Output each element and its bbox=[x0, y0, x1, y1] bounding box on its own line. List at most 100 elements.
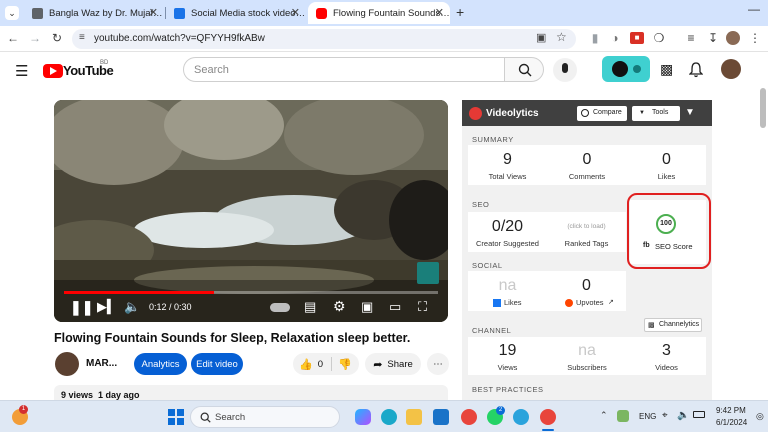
tools-button[interactable]: ▼ Tools bbox=[632, 106, 680, 121]
browser-tab-3[interactable]: Flowing Fountain Sounds for Sl… ✕ bbox=[308, 2, 450, 24]
reload-icon[interactable]: ↻ bbox=[50, 31, 64, 45]
summary-section-label: SUMMARY bbox=[472, 135, 514, 144]
browser-tab-1[interactable]: Bangla Waz by Dr. Mujaffar ✕ bbox=[24, 2, 164, 24]
edit-video-button[interactable]: Edit video bbox=[191, 353, 243, 375]
upvotes-value: 0 bbox=[582, 277, 591, 294]
notifications-bell-icon[interactable] bbox=[689, 62, 703, 78]
click-to-load-hint[interactable]: (click to load) bbox=[547, 223, 626, 230]
bookmark-star-icon[interactable]: ☆ bbox=[556, 30, 567, 44]
extensions-puzzle-icon[interactable]: ❍ bbox=[652, 31, 666, 45]
channel-name[interactable]: MAR... bbox=[86, 358, 117, 369]
channel-section-label: CHANNEL bbox=[472, 326, 512, 335]
back-icon[interactable]: ← bbox=[6, 31, 20, 45]
social-card: na Likes 0 Upvotes ↗ bbox=[468, 271, 626, 311]
address-bar[interactable]: ≡ youtube.com/watch?v=QFYYH9fkABw ▣ ☆ bbox=[72, 29, 576, 49]
browser-tab-2[interactable]: Social Media stock videos for f… ✕ bbox=[166, 2, 306, 24]
edge-browser-icon[interactable] bbox=[381, 409, 397, 425]
channelytics-button[interactable]: ▩ Channelytics bbox=[644, 318, 702, 332]
forward-icon[interactable]: → bbox=[28, 31, 42, 45]
microphone-icon bbox=[562, 63, 568, 73]
progress-track[interactable] bbox=[64, 291, 438, 294]
copilot-icon[interactable] bbox=[355, 409, 371, 425]
pause-icon[interactable]: ❚❚ bbox=[70, 300, 93, 314]
wifi-icon[interactable]: ⌖ bbox=[662, 410, 668, 421]
channel-card: 19 Views na Subscribers 3 Videos bbox=[468, 337, 706, 375]
profile-avatar[interactable] bbox=[726, 31, 740, 45]
chrome-app-icon[interactable] bbox=[461, 409, 477, 425]
file-explorer-icon[interactable] bbox=[406, 409, 422, 425]
volume-icon[interactable]: 🔈 bbox=[124, 300, 140, 314]
battery-icon[interactable] bbox=[693, 411, 705, 418]
total-views-label: Total Views bbox=[488, 172, 527, 181]
taskbar-search-input[interactable]: Search bbox=[190, 406, 340, 428]
summary-card: 9 Total Views 0 Comments 0 Likes bbox=[468, 145, 706, 185]
page-scrollbar[interactable] bbox=[760, 88, 766, 128]
tray-app-icon[interactable] bbox=[617, 410, 629, 422]
search-button[interactable] bbox=[504, 57, 544, 82]
settings-gear-icon[interactable]: ⚙ bbox=[333, 299, 346, 313]
extension-mic-icon[interactable]: ▮ bbox=[588, 31, 602, 45]
chrome-menu-icon[interactable]: ⋮ bbox=[748, 31, 762, 45]
speaker-icon[interactable]: 🔈 bbox=[677, 410, 689, 421]
vidiq-toggle-button[interactable] bbox=[602, 56, 650, 82]
show-hidden-icons-icon[interactable]: ⌃ bbox=[600, 410, 608, 421]
voice-search-button[interactable] bbox=[553, 58, 577, 82]
vidiq-logo-icon bbox=[612, 61, 628, 77]
taskbar-search-placeholder: Search bbox=[215, 412, 246, 423]
tab-favicon-icon bbox=[174, 7, 185, 19]
close-tab-icon[interactable]: ✕ bbox=[435, 6, 444, 19]
close-tab-icon[interactable]: ✕ bbox=[149, 6, 158, 19]
videolytics-header: Videolytics Compare ▼ Tools ▼ bbox=[462, 100, 712, 126]
install-app-icon[interactable]: ▣ bbox=[536, 31, 546, 44]
seo-section-label: SEO bbox=[472, 200, 490, 209]
downloads-icon[interactable]: ↧ bbox=[706, 31, 720, 45]
autoplay-toggle[interactable] bbox=[270, 303, 290, 312]
mail-icon[interactable] bbox=[433, 409, 449, 425]
analytics-button[interactable]: Analytics bbox=[134, 353, 187, 375]
upvotes-label: Upvotes bbox=[576, 298, 604, 307]
minimize-window-icon[interactable]: — bbox=[748, 2, 760, 16]
notifications-icon[interactable]: ◎ bbox=[756, 411, 764, 422]
language-indicator[interactable]: ENG bbox=[639, 412, 656, 421]
channelytics-label: Channelytics bbox=[659, 321, 700, 328]
clock-time[interactable]: 9:42 PM bbox=[716, 406, 746, 415]
search-input[interactable]: Search bbox=[183, 57, 505, 82]
external-link-icon[interactable]: ↗ bbox=[608, 298, 614, 306]
chrome-active-icon[interactable] bbox=[540, 409, 556, 425]
windows-start-icon[interactable] bbox=[168, 409, 184, 425]
next-video-icon[interactable]: ▶▍ bbox=[97, 300, 117, 314]
reading-list-icon[interactable]: ≡ bbox=[684, 31, 698, 45]
channel-avatar[interactable] bbox=[55, 352, 79, 376]
reddit-icon bbox=[565, 299, 573, 307]
create-video-icon[interactable]: ▩ bbox=[660, 61, 673, 78]
collapse-panel-icon[interactable]: ▼ bbox=[685, 107, 695, 118]
more-actions-button[interactable]: ⋯ bbox=[427, 353, 449, 375]
subtitles-icon[interactable]: ▤ bbox=[304, 300, 316, 314]
vidiq-overlay-icon[interactable] bbox=[417, 262, 439, 284]
comments-label: Comments bbox=[568, 172, 606, 181]
clock-date[interactable]: 6/1/2024 bbox=[716, 418, 747, 427]
hamburger-menu-icon[interactable]: ☰ bbox=[15, 62, 28, 80]
telegram-icon[interactable] bbox=[513, 409, 529, 425]
site-info-icon[interactable]: ≡ bbox=[79, 32, 85, 43]
extension-shield-icon[interactable]: ◑ bbox=[608, 31, 622, 45]
fullscreen-icon[interactable]: ⛶ bbox=[418, 300, 427, 314]
tab-search-button[interactable]: ⌄ bbox=[5, 6, 19, 20]
dislike-icon[interactable]: 👎 bbox=[338, 358, 352, 371]
close-tab-icon[interactable]: ✕ bbox=[291, 6, 300, 19]
compare-button[interactable]: Compare bbox=[577, 106, 627, 121]
ranked-tags-label[interactable]: Ranked Tags bbox=[547, 239, 626, 248]
new-tab-button[interactable]: + bbox=[456, 4, 464, 20]
theater-mode-icon[interactable]: ▭ bbox=[389, 300, 401, 314]
youtube-logo[interactable] bbox=[43, 64, 63, 78]
miniplayer-icon[interactable]: ▣ bbox=[361, 300, 373, 314]
search-icon bbox=[518, 63, 532, 77]
url-text: youtube.com/watch?v=QFYYH9fkABw bbox=[94, 33, 265, 44]
divider bbox=[331, 357, 332, 371]
like-icon[interactable]: 👍 bbox=[299, 358, 313, 371]
extension-vidiq-icon[interactable]: ■ bbox=[630, 32, 644, 44]
video-player[interactable]: ❚❚ ▶▍ 🔈 0:12 / 0:30 ▤ ⚙ ▣ ▭ ⛶ bbox=[54, 100, 448, 322]
share-button[interactable]: ➦ Share bbox=[365, 353, 421, 375]
account-avatar[interactable] bbox=[721, 59, 741, 79]
region-code: BD bbox=[100, 60, 109, 66]
